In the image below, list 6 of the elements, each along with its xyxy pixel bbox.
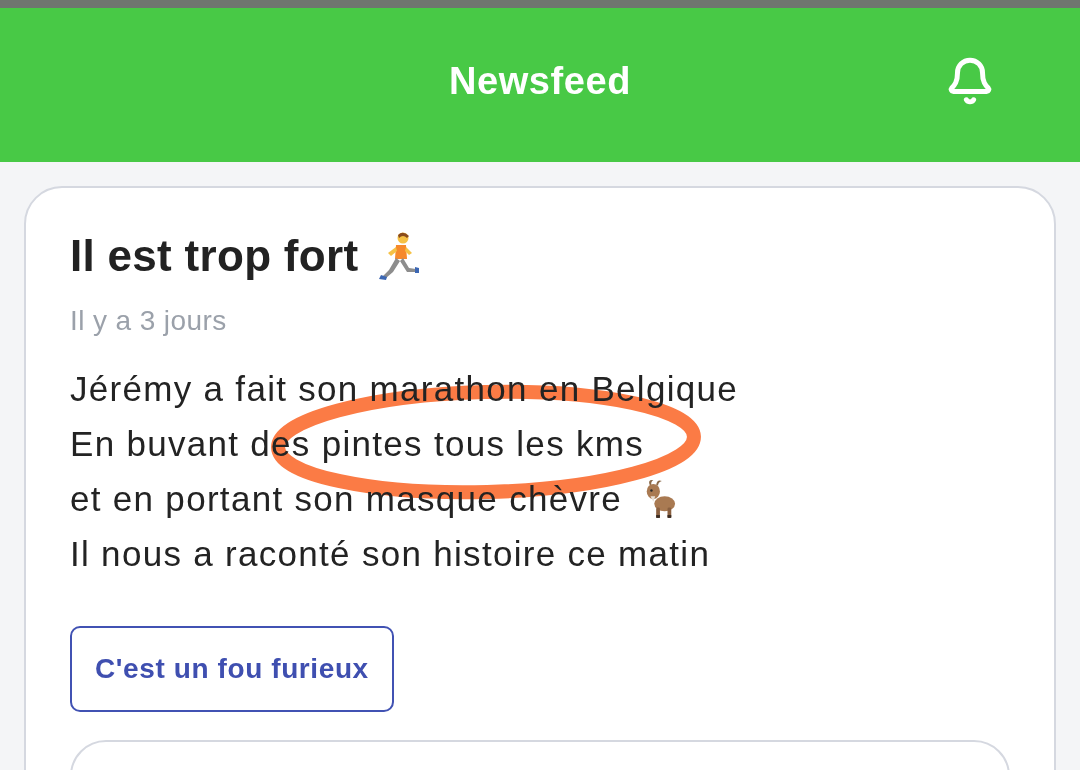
header-title: Newsfeed <box>448 59 632 104</box>
runner-icon <box>376 231 421 281</box>
post-title: Il est trop fort <box>70 230 359 282</box>
post-text-line: Il nous a raconté son histoire ce matin <box>70 533 711 575</box>
reaction-button[interactable]: C'est un fou furieux <box>70 626 394 712</box>
post-time: Il y a 3 jours <box>70 304 227 338</box>
